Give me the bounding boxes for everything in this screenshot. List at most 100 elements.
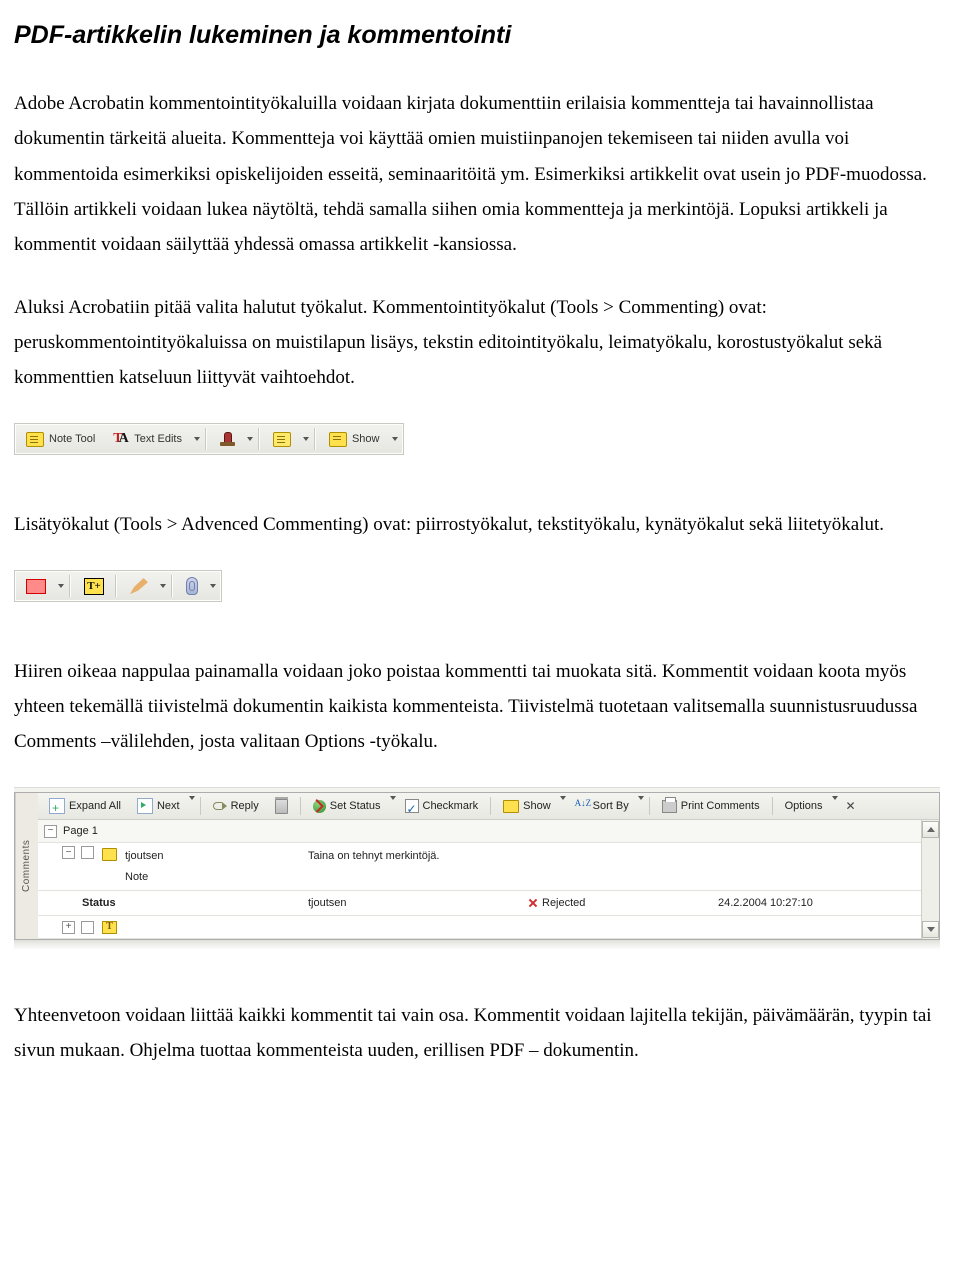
attach-tool-button[interactable] bbox=[178, 572, 206, 600]
show-icon bbox=[329, 432, 347, 447]
status-icon bbox=[313, 800, 326, 813]
page-title: PDF-artikkelin lukeminen ja kommentointi bbox=[14, 12, 940, 58]
delete-button[interactable] bbox=[268, 794, 295, 818]
trash-icon bbox=[275, 799, 288, 814]
options-button[interactable]: Options bbox=[778, 794, 830, 818]
panel-show-button[interactable]: Show bbox=[496, 794, 558, 818]
rectangle-dropdown[interactable] bbox=[55, 573, 67, 599]
close-icon: ✕ bbox=[845, 795, 855, 817]
text-edits-label: Text Edits bbox=[134, 429, 182, 449]
collapse-icon[interactable]: − bbox=[62, 846, 75, 859]
chevron-down-icon bbox=[392, 437, 398, 441]
sort-by-dropdown[interactable] bbox=[638, 796, 644, 816]
status-user: tjoutsen bbox=[308, 893, 347, 913]
chevron-down-icon bbox=[58, 584, 64, 588]
checkmark-button[interactable]: Checkmark bbox=[398, 794, 486, 818]
note-tool-button[interactable]: Note Tool bbox=[18, 425, 103, 453]
toolbar-separator bbox=[258, 428, 260, 450]
rejected-icon bbox=[528, 898, 538, 908]
print-icon bbox=[662, 800, 677, 813]
stamp-icon bbox=[220, 432, 235, 446]
panel-show-dropdown[interactable] bbox=[560, 796, 566, 816]
rectangle-icon bbox=[26, 579, 46, 594]
comment-checkbox[interactable] bbox=[81, 846, 94, 859]
panel-show-label: Show bbox=[523, 796, 551, 816]
comment-text: Taina on tehnyt merkintöjä. bbox=[308, 846, 439, 866]
sort-icon: A↓Z bbox=[575, 799, 589, 813]
text-edits-button[interactable]: TA Text Edits bbox=[105, 425, 190, 453]
chevron-down-icon bbox=[189, 796, 195, 812]
comment-author: tjoutsen bbox=[125, 846, 220, 866]
expand-icon bbox=[49, 798, 65, 814]
panel-close-button[interactable]: ✕ bbox=[844, 799, 858, 813]
checkmark-icon bbox=[405, 799, 419, 813]
highlight-icon bbox=[273, 432, 291, 447]
next-label: Next bbox=[157, 796, 180, 816]
stamp-tool-button[interactable] bbox=[212, 425, 243, 453]
rectangle-tool-button[interactable] bbox=[18, 572, 54, 600]
status-row: Status tjoutsen Rejected 24.2.2004 10:27… bbox=[38, 891, 921, 916]
text-edits-dropdown[interactable] bbox=[191, 426, 203, 452]
show-button[interactable]: Show bbox=[321, 425, 388, 453]
chevron-down-icon bbox=[210, 584, 216, 588]
highlight-icon: T bbox=[102, 921, 117, 934]
scroll-down-button[interactable] bbox=[922, 921, 939, 938]
paragraph-1: Adobe Acrobatin kommentointityökaluilla … bbox=[14, 86, 940, 262]
print-comments-button[interactable]: Print Comments bbox=[655, 794, 767, 818]
options-label: Options bbox=[785, 796, 823, 816]
show-label: Show bbox=[352, 429, 380, 449]
set-status-button[interactable]: Set Status bbox=[306, 794, 388, 818]
reply-button[interactable]: Reply bbox=[206, 794, 266, 818]
expand-icon[interactable]: + bbox=[62, 921, 75, 934]
toolbar-separator bbox=[171, 575, 173, 597]
note-icon bbox=[102, 848, 117, 861]
comments-panel-toolbar: Expand All Next Reply Set S bbox=[38, 793, 939, 820]
expand-all-label: Expand All bbox=[69, 796, 121, 816]
collapse-icon[interactable]: − bbox=[44, 825, 57, 838]
scroll-up-button[interactable] bbox=[922, 821, 939, 838]
pencil-dropdown[interactable] bbox=[157, 573, 169, 599]
highlight-tool-button[interactable] bbox=[265, 425, 299, 453]
next-icon bbox=[137, 798, 153, 814]
panel-scrollbar[interactable] bbox=[921, 820, 939, 939]
pencil-tool-button[interactable] bbox=[122, 572, 156, 600]
highlight-dropdown[interactable] bbox=[300, 426, 312, 452]
pencil-icon bbox=[130, 578, 148, 594]
comment-type: Note bbox=[125, 867, 220, 887]
text-box-tool-button[interactable]: T+ bbox=[76, 572, 112, 600]
comment-checkbox[interactable] bbox=[81, 921, 94, 934]
chevron-down-icon bbox=[194, 437, 200, 441]
status-timestamp: 24.2.2004 10:27:10 bbox=[718, 893, 813, 913]
toolbar-separator bbox=[314, 428, 316, 450]
options-dropdown[interactable] bbox=[832, 796, 838, 816]
chevron-down-icon bbox=[247, 437, 253, 441]
chevron-up-icon bbox=[927, 827, 935, 832]
chevron-down-icon bbox=[638, 796, 644, 812]
status-state: Rejected bbox=[528, 893, 585, 913]
comment-row[interactable]: − tjoutsen Note 24.2.2004 10:24:24 Taina… bbox=[38, 843, 921, 891]
attach-dropdown[interactable] bbox=[207, 573, 219, 599]
toolbar-separator bbox=[205, 428, 207, 450]
chevron-down-icon bbox=[832, 796, 838, 812]
page-label: Page 1 bbox=[63, 821, 98, 841]
print-comments-label: Print Comments bbox=[681, 796, 760, 816]
sort-by-button[interactable]: A↓Z Sort By bbox=[568, 794, 636, 818]
comment-row[interactable]: + T bbox=[38, 916, 921, 939]
chevron-down-icon bbox=[390, 796, 396, 812]
next-dropdown[interactable] bbox=[189, 796, 195, 816]
comments-tab[interactable]: Comments bbox=[15, 793, 38, 939]
chevron-down-icon bbox=[927, 927, 935, 932]
reply-label: Reply bbox=[231, 796, 259, 816]
paragraph-5: Yhteenvetoon voidaan liittää kaikki komm… bbox=[14, 998, 940, 1068]
show-dropdown[interactable] bbox=[389, 426, 401, 452]
advanced-commenting-toolbar: T+ bbox=[14, 570, 222, 602]
reply-icon bbox=[213, 799, 227, 813]
page-group-row[interactable]: − Page 1 bbox=[38, 820, 921, 843]
expand-all-button[interactable]: Expand All bbox=[42, 794, 128, 818]
paperclip-icon bbox=[186, 577, 198, 595]
stamp-dropdown[interactable] bbox=[244, 426, 256, 452]
next-button[interactable]: Next bbox=[130, 794, 187, 818]
text-box-icon: T+ bbox=[84, 578, 104, 595]
toolbar-separator bbox=[69, 575, 71, 597]
set-status-dropdown[interactable] bbox=[390, 796, 396, 816]
